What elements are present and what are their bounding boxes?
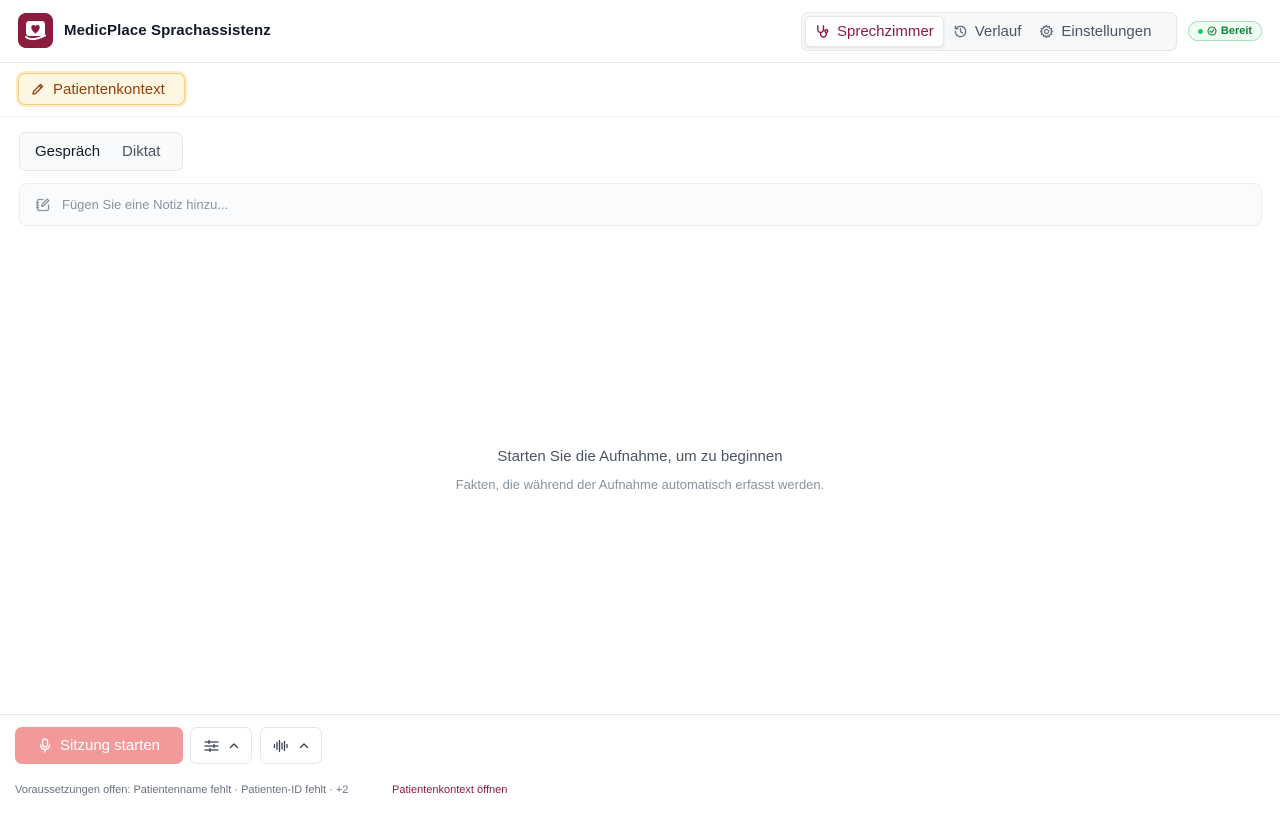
tab-label: Verlauf (974, 23, 1022, 40)
note-field (19, 183, 1262, 226)
start-session-button[interactable]: Sitzung starten (15, 727, 183, 764)
status-label: Bereit (1220, 25, 1253, 37)
tab-label: Einstellungen (1061, 23, 1152, 40)
mode-tab-gespraech[interactable]: Gespräch (24, 137, 111, 167)
start-session-label: Sitzung starten (59, 737, 161, 754)
empty-state-subtitle: Fakten, die während der Aufnahme automat… (455, 477, 825, 492)
status-dot (1197, 28, 1203, 34)
patient-context-label: Patientenkontext (53, 80, 165, 98)
main-nav: Sprechzimmer Verlauf Einstellungen (801, 12, 1177, 51)
tab-label: Sprechzimmer (837, 23, 934, 40)
pencil-icon (32, 83, 44, 95)
chevron-up-icon (299, 743, 309, 749)
tab-einstellungen[interactable]: Einstellungen (1030, 16, 1160, 47)
history-icon (954, 25, 966, 38)
app-title: MedicPlace Sprachassistenz (64, 22, 271, 39)
mode-tab-diktat[interactable]: Diktat (111, 137, 171, 167)
chevron-up-icon (229, 743, 238, 749)
app-logo (18, 13, 53, 48)
sliders-icon (203, 739, 219, 752)
microphone-icon (39, 738, 51, 753)
stethoscope-icon (817, 25, 829, 38)
note-input[interactable] (62, 197, 1212, 212)
context-bar: Patientenkontext (0, 63, 1280, 117)
heart-hand-icon (25, 21, 46, 41)
check-circle-icon (1207, 26, 1217, 36)
gear-icon (1040, 24, 1054, 39)
session-footer: Sitzung starten Voraussetzungen offen: P… (0, 714, 1280, 820)
open-patient-context-link[interactable]: Patientenkontext öffnen (392, 784, 507, 796)
audio-dropdown-button[interactable] (260, 727, 322, 764)
prerequisites-text: Voraussetzungen offen: Patientenname feh… (15, 784, 349, 796)
waveform-icon (273, 739, 288, 752)
tab-sprechzimmer[interactable]: Sprechzimmer (805, 16, 944, 47)
note-edit-icon (35, 198, 50, 211)
mode-toggle: Gespräch Diktat (19, 132, 183, 171)
tab-verlauf[interactable]: Verlauf (944, 16, 1031, 47)
app-header: MedicPlace Sprachassistenz Sprechzimmer … (0, 0, 1280, 63)
status-badge: Bereit (1188, 21, 1262, 41)
patient-context-button[interactable]: Patientenkontext (18, 73, 185, 105)
settings-dropdown-button[interactable] (190, 727, 252, 764)
empty-state-title: Starten Sie die Aufnahme, um zu beginnen (497, 448, 783, 465)
